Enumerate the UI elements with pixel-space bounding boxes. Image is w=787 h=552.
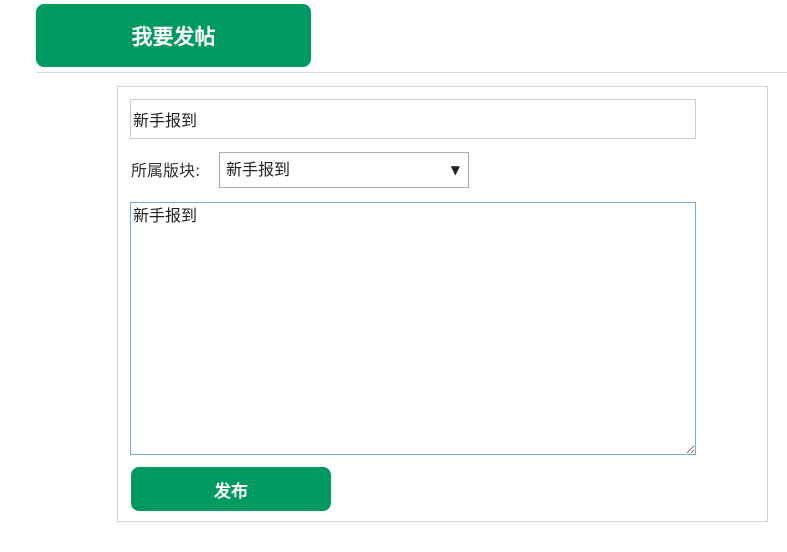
post-title-input[interactable] [130, 99, 696, 139]
header-divider [36, 72, 787, 73]
board-select-value: 新手报到 [226, 160, 291, 179]
board-label: 所属版块: [131, 161, 201, 180]
post-content-textarea[interactable]: 新手报到 [130, 202, 696, 455]
post-tab-header[interactable]: 我要发帖 [36, 4, 311, 67]
publish-button[interactable]: 发布 [131, 467, 331, 511]
publish-button-label: 发布 [214, 481, 248, 502]
board-select[interactable]: 新手报到 ▼ [219, 152, 469, 188]
dropdown-arrow-icon: ▼ [450, 163, 460, 177]
post-tab-label: 我要发帖 [131, 24, 216, 49]
